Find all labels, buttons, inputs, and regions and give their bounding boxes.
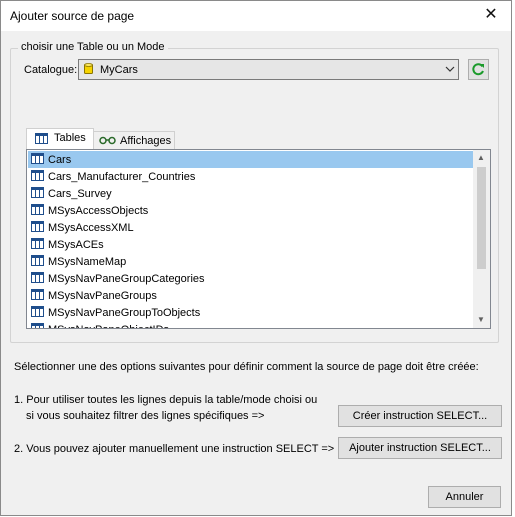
option2-text: 2. Vous pouvez ajouter manuellement une … [14,443,335,455]
tab-views[interactable]: Affichages [93,131,175,150]
list-item[interactable]: MSysNavPaneGroupCategories [28,270,474,287]
catalogue-label: Catalogue: [24,64,78,76]
list-item-label: MSysNavPaneObjectIDs [48,324,169,328]
table-icon [31,289,44,300]
tab-views-label: Affichages [120,135,172,147]
database-icon [84,63,93,74]
list-item[interactable]: MSysAccessXML [28,219,474,236]
list-item[interactable]: MSysNavPaneGroupToObjects [28,304,474,321]
list-item[interactable]: MSysNameMap [28,253,474,270]
list-item[interactable]: MSysNavPaneObjectIDs [28,321,474,328]
tables-list[interactable]: MSysNavPaneObjectIDs MSysNavPaneGroupToOb… [26,149,491,329]
refresh-button[interactable] [468,59,489,80]
list-item-label: MSysAccessXML [48,222,134,234]
scroll-up-icon[interactable]: ▲ [477,153,485,162]
list-item-label: MSysNavPaneGroups [48,290,157,302]
catalogue-dropdown[interactable]: MyCars [78,59,459,80]
list-item-label: MSysNavPaneGroupToObjects [48,307,201,319]
list-item-label: Cars_Survey [48,188,112,200]
table-icon [31,323,44,328]
table-icon [31,272,44,283]
chevron-down-icon [445,66,455,72]
list-item-label: MSysNavPaneGroupCategories [48,273,205,285]
list-item[interactable]: MSysACEs [28,236,474,253]
refresh-icon [472,63,484,76]
title-bar: Ajouter source de page ✕ [1,1,511,31]
table-icon [31,306,44,317]
list-item-label: Cars [48,154,72,166]
create-select-button[interactable]: Créer instruction SELECT... [338,405,502,427]
close-icon[interactable]: ✕ [479,5,503,25]
scroll-down-icon[interactable]: ▼ [477,315,485,324]
window-title: Ajouter source de page [10,9,135,23]
vertical-scrollbar[interactable]: ▲ ▼ [473,150,490,328]
list-item[interactable]: Cars_Manufacturer_Countries [28,168,474,185]
list-item-label: MSysAccessObjects [48,205,149,217]
list-item[interactable]: MSysAccessObjects [28,202,474,219]
list-item[interactable]: MSysNavPaneGroups [28,287,474,304]
scrollbar-thumb[interactable] [477,167,486,269]
tab-tables[interactable]: Tables [26,128,94,150]
add-select-button[interactable]: Ajouter instruction SELECT... [338,437,502,459]
instructions-text: Sélectionner une des options suivantes p… [14,361,479,373]
list-item[interactable]: Cars [28,151,474,168]
dialog-window: Ajouter source de page ✕ choisir une Tab… [0,0,512,516]
table-icon [31,204,44,215]
table-icon [35,133,48,144]
option1-text-line2: si vous souhaitez filtrer des lignes spé… [26,410,265,422]
glasses-icon [99,136,116,145]
group-label: choisir une Table ou un Mode [18,41,168,53]
cancel-button[interactable]: Annuler [428,486,501,508]
table-icon [31,170,44,181]
list-item-label: Cars_Manufacturer_Countries [48,171,196,183]
table-icon [31,255,44,266]
table-icon [31,187,44,198]
catalogue-value: MyCars [100,64,138,76]
tab-tables-label: Tables [54,132,86,144]
list-item-label: MSysNameMap [48,256,127,268]
table-icon [31,238,44,249]
table-icon [31,153,44,164]
option1-text-line1: 1. Pour utiliser toutes les lignes depui… [14,394,318,406]
list-item-label: MSysACEs [48,239,104,251]
table-icon [31,221,44,232]
list-item[interactable]: Cars_Survey [28,185,474,202]
